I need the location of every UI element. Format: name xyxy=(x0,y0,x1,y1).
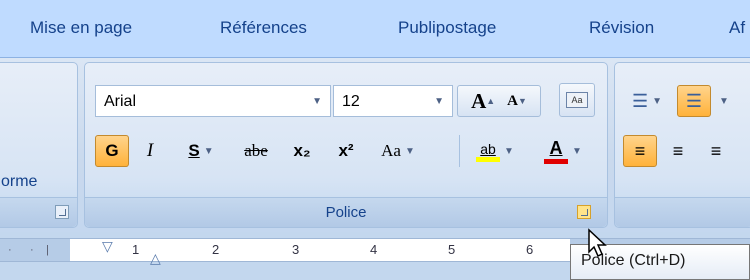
ribbon-body: orme Arial ▼ 12 ▼ A ▲ A ▼ Aa G I S ▼ abe… xyxy=(0,58,750,232)
strikethrough-button[interactable]: abe xyxy=(233,135,279,167)
chevron-down-icon: ▼ xyxy=(203,145,214,157)
ruler-number: 1 xyxy=(132,242,140,257)
align-left-icon: ≡ xyxy=(634,140,646,161)
align-center-button[interactable]: ≡ xyxy=(661,135,695,167)
change-case-button[interactable]: Aa ▼ xyxy=(369,135,427,167)
left-indent-marker[interactable]: △ xyxy=(150,250,161,267)
superscript-button[interactable]: x² xyxy=(325,135,367,167)
font-name-value: Arial xyxy=(104,93,137,110)
group-footer: Police xyxy=(85,197,607,227)
styles-group-partial: orme xyxy=(0,62,78,228)
chevron-down-icon[interactable]: ▼ xyxy=(434,96,444,107)
align-left-button[interactable]: ≡ xyxy=(623,135,657,167)
font-size-value: 12 xyxy=(342,93,360,110)
chevron-down-icon: ▼ xyxy=(504,145,514,157)
grow-font-button[interactable]: A xyxy=(471,89,486,114)
ribbon-tab-bar: Mise en page Références Publipostage Rév… xyxy=(0,0,750,58)
grow-shrink-buttons: A ▲ A ▼ xyxy=(457,85,541,117)
highlight-color-bar xyxy=(476,156,501,162)
numbering-button[interactable]: ☰ xyxy=(677,85,711,117)
ruler-number: 5 xyxy=(448,242,456,257)
chevron-down-icon[interactable]: ▼ xyxy=(719,96,729,107)
group-footer xyxy=(615,197,750,227)
police-group: Arial ▼ 12 ▼ A ▲ A ▼ Aa G I S ▼ abe x₂ x… xyxy=(84,62,608,228)
chevron-down-icon: ▼ xyxy=(652,95,663,107)
underline-button[interactable]: S ▼ xyxy=(173,135,229,167)
align-right-button[interactable]: ≡ xyxy=(699,135,733,167)
bullet-list-icon: ☰ xyxy=(631,90,649,111)
ruler-number: 2 xyxy=(212,242,220,257)
bold-button[interactable]: G xyxy=(95,135,129,167)
shrink-font-button[interactable]: A xyxy=(507,93,518,110)
eraser-icon: Aa xyxy=(566,92,588,108)
tab-references[interactable]: Références xyxy=(220,18,307,38)
font-color-bar xyxy=(544,159,569,164)
tab-mise-en-page[interactable]: Mise en page xyxy=(30,18,132,38)
paragraph-group-partial: ☰ ▼ ☰ ▼ ≡ ≡ ≡ xyxy=(614,62,750,228)
tab-affichage-partial[interactable]: Af xyxy=(729,18,745,38)
ruler-number: 3 xyxy=(292,242,300,257)
group-label-police: Police xyxy=(325,204,367,221)
ruler-number: 6 xyxy=(526,242,534,257)
numbered-list-icon: ☰ xyxy=(685,90,703,111)
chevron-down-icon[interactable]: ▼ xyxy=(312,96,322,107)
align-center-icon: ≡ xyxy=(672,140,684,161)
bullets-button[interactable]: ☰ ▼ xyxy=(623,85,671,117)
highlight-button[interactable]: ab ▼ xyxy=(465,135,525,167)
font-name-combo[interactable]: Arial ▼ xyxy=(95,85,331,117)
align-right-icon: ≡ xyxy=(710,140,722,161)
group-label-partial: orme xyxy=(1,173,38,190)
font-size-combo[interactable]: 12 ▼ xyxy=(333,85,453,117)
tab-revision[interactable]: Révision xyxy=(589,18,654,38)
dialog-launcher-police[interactable] xyxy=(577,205,591,219)
font-color-button[interactable]: A ▼ xyxy=(531,135,595,167)
italic-button[interactable]: I xyxy=(133,135,167,167)
chevron-down-icon: ▼ xyxy=(404,145,415,157)
chevron-down-icon: ▼ xyxy=(572,145,582,157)
ruler-number: 4 xyxy=(370,242,378,257)
subscript-button[interactable]: x₂ xyxy=(281,135,323,167)
clear-format-button[interactable]: Aa xyxy=(559,83,595,117)
separator xyxy=(459,135,460,167)
tab-publipostage[interactable]: Publipostage xyxy=(398,18,496,38)
dialog-launcher-left[interactable] xyxy=(55,205,69,219)
first-line-indent-marker[interactable]: ▽ xyxy=(102,238,113,255)
ruler-text-area xyxy=(70,239,570,261)
mouse-pointer-icon xyxy=(588,228,607,258)
